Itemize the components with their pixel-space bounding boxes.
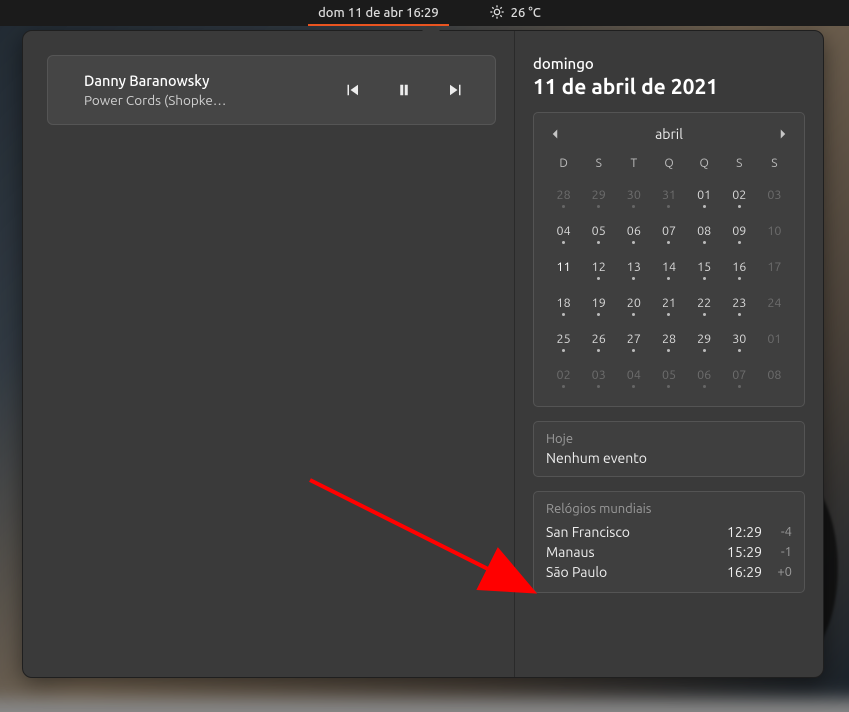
- calendar-dow: S: [757, 151, 792, 180]
- weather-icon: [489, 4, 505, 23]
- calendar-day[interactable]: 04: [546, 216, 581, 252]
- calendar-dow: T: [616, 151, 651, 180]
- calendar-day[interactable]: 28: [651, 324, 686, 360]
- media-pause-icon[interactable]: [395, 81, 413, 99]
- calendar-day[interactable]: 07: [651, 216, 686, 252]
- calendar-nav: abril: [546, 123, 792, 151]
- date-header: domingo 11 de abril de 2021: [533, 55, 805, 98]
- topbar-datetime: dom 11 de abr 16:29: [318, 6, 439, 20]
- calendar-day[interactable]: 14: [651, 252, 686, 288]
- world-clocks-body: San Francisco12:29-4Manaus15:29-1São Pau…: [546, 522, 792, 582]
- world-clock-offset: -1: [762, 545, 792, 559]
- world-clock-offset: +0: [762, 565, 792, 579]
- calendar-day[interactable]: 26: [581, 324, 616, 360]
- world-clock-city: San Francisco: [546, 524, 710, 540]
- calendar-day[interactable]: 30: [616, 180, 651, 216]
- media-subtitle: Power Cords (Shopke…: [84, 92, 333, 108]
- events-panel[interactable]: Hoje Nenhum evento: [533, 421, 805, 477]
- world-clock-row[interactable]: São Paulo16:29+0: [546, 562, 792, 582]
- topbar-temperature: 26 °C: [511, 6, 541, 20]
- calendar-day[interactable]: 03: [757, 180, 792, 216]
- notifications-pane: Danny Baranowsky Power Cords (Shopke…: [23, 31, 515, 677]
- calendar-day[interactable]: 05: [651, 360, 686, 396]
- calendar-day[interactable]: 28: [546, 180, 581, 216]
- calendar-day[interactable]: 08: [757, 360, 792, 396]
- media-controls: [333, 81, 483, 99]
- calendar-day[interactable]: 29: [581, 180, 616, 216]
- calendar-day[interactable]: 27: [616, 324, 651, 360]
- calendar-day[interactable]: 02: [722, 180, 757, 216]
- media-title: Danny Baranowsky: [84, 72, 333, 89]
- calendar-day[interactable]: 22: [687, 288, 722, 324]
- weekday-label: domingo: [533, 55, 805, 72]
- calendar-day[interactable]: 24: [757, 288, 792, 324]
- calendar-panel: abril DSTQQSS 28293031010203040506070809…: [533, 112, 805, 407]
- top-bar: dom 11 de abr 16:29 26 °C: [0, 0, 849, 26]
- calendar-day[interactable]: 13: [616, 252, 651, 288]
- world-clock-row[interactable]: San Francisco12:29-4: [546, 522, 792, 542]
- calendar-day[interactable]: 23: [722, 288, 757, 324]
- calendar-day[interactable]: 07: [722, 360, 757, 396]
- calendar-month-label[interactable]: abril: [655, 126, 683, 142]
- world-clocks-title: Relógios mundiais: [546, 502, 792, 516]
- calendar-day[interactable]: 10: [757, 216, 792, 252]
- calendar-prev-icon[interactable]: [546, 125, 564, 143]
- media-next-icon[interactable]: [447, 81, 465, 99]
- calendar-day[interactable]: 02: [546, 360, 581, 396]
- calendar-day[interactable]: 08: [687, 216, 722, 252]
- calendar-dow: S: [722, 151, 757, 180]
- calendar-day[interactable]: 18: [546, 288, 581, 324]
- calendar-day[interactable]: 09: [722, 216, 757, 252]
- world-clock-city: Manaus: [546, 544, 710, 560]
- events-title: Hoje: [546, 432, 792, 446]
- media-notification[interactable]: Danny Baranowsky Power Cords (Shopke…: [47, 55, 496, 125]
- world-clock-offset: -4: [762, 525, 792, 539]
- topbar-clock[interactable]: dom 11 de abr 16:29: [308, 0, 449, 26]
- calendar-day[interactable]: 01: [757, 324, 792, 360]
- calendar-day[interactable]: 19: [581, 288, 616, 324]
- calendar-day[interactable]: 15: [687, 252, 722, 288]
- calendar-day[interactable]: 29: [687, 324, 722, 360]
- media-info: Danny Baranowsky Power Cords (Shopke…: [84, 72, 333, 108]
- calendar-day[interactable]: 31: [651, 180, 686, 216]
- calendar-day[interactable]: 05: [581, 216, 616, 252]
- calendar-dow: Q: [651, 151, 686, 180]
- calendar-day-today[interactable]: 11: [546, 252, 581, 288]
- world-clock-row[interactable]: Manaus15:29-1: [546, 542, 792, 562]
- calendar-day[interactable]: 01: [687, 180, 722, 216]
- calendar-dow: Q: [687, 151, 722, 180]
- calendar-day[interactable]: 06: [616, 216, 651, 252]
- full-date-label: 11 de abril de 2021: [533, 74, 805, 98]
- calendar-day[interactable]: 16: [722, 252, 757, 288]
- calendar-dow: S: [581, 151, 616, 180]
- topbar-weather[interactable]: 26 °C: [489, 4, 541, 23]
- calendar-body: 2829303101020304050607080910111213141516…: [546, 180, 792, 396]
- calendar-day[interactable]: 06: [687, 360, 722, 396]
- world-clock-city: São Paulo: [546, 564, 710, 580]
- events-none: Nenhum evento: [546, 450, 792, 466]
- world-clocks-panel[interactable]: Relógios mundiais San Francisco12:29-4Ma…: [533, 491, 805, 593]
- calendar-popover: Danny Baranowsky Power Cords (Shopke… do…: [22, 30, 824, 678]
- calendar-day[interactable]: 25: [546, 324, 581, 360]
- calendar-day[interactable]: 03: [581, 360, 616, 396]
- calendar-day[interactable]: 21: [651, 288, 686, 324]
- world-clock-time: 16:29: [710, 564, 762, 580]
- world-clock-time: 15:29: [710, 544, 762, 560]
- calendar-pane: domingo 11 de abril de 2021 abril DSTQQS…: [515, 31, 823, 677]
- calendar-day[interactable]: 30: [722, 324, 757, 360]
- calendar-next-icon[interactable]: [774, 125, 792, 143]
- media-prev-icon[interactable]: [343, 81, 361, 99]
- calendar-day[interactable]: 17: [757, 252, 792, 288]
- calendar-day[interactable]: 12: [581, 252, 616, 288]
- calendar-dow: D: [546, 151, 581, 180]
- world-clock-time: 12:29: [710, 524, 762, 540]
- calendar-dow-row: DSTQQSS: [546, 151, 792, 180]
- calendar-day[interactable]: 20: [616, 288, 651, 324]
- calendar-day[interactable]: 04: [616, 360, 651, 396]
